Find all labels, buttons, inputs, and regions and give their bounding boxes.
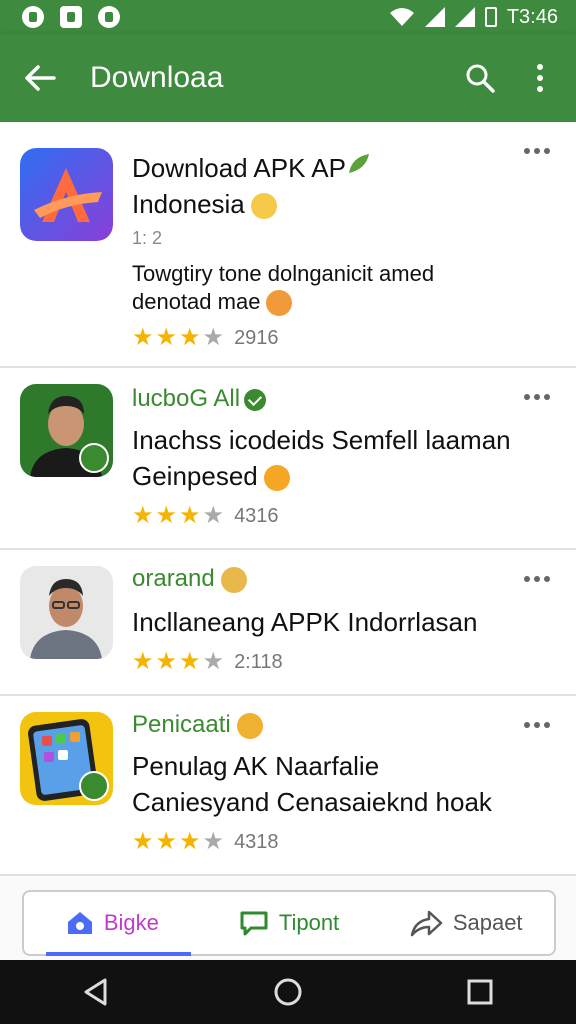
tab-label: Tipont	[278, 910, 340, 935]
rating-row: ★ ★ ★ ★ 4318	[132, 830, 516, 854]
nav-back-icon[interactable]	[81, 977, 111, 1007]
status-bar: T3:46	[0, 0, 576, 34]
verified-badge	[79, 443, 109, 473]
app-icon	[20, 566, 113, 659]
wifi-icon	[389, 8, 414, 26]
app-name: Download APK AP	[132, 150, 516, 186]
star-icon: ★	[132, 502, 154, 529]
app-card[interactable]: lucboG All Inachss icodeids Semfell laam…	[0, 368, 576, 550]
more-options-button[interactable]	[518, 56, 562, 100]
rating-count: 2916	[234, 326, 279, 349]
app-name-line2: Indonesia	[132, 186, 516, 222]
app-info: Download APK AP Indonesia 1: 2 Towgtiry …	[132, 150, 516, 350]
arrow-left-icon	[25, 65, 56, 91]
search-icon	[466, 64, 495, 93]
app-name: lucboG All	[132, 382, 516, 416]
search-button[interactable]	[458, 56, 502, 100]
rating-count: 4318	[234, 830, 279, 853]
app-title: Penulag AK Naarfalie Caniesyand Cenasaie…	[132, 751, 492, 817]
app-icon	[20, 712, 113, 805]
signal-icon	[424, 7, 445, 27]
share-icon	[410, 910, 443, 937]
star-icon: ★	[132, 648, 154, 675]
tab-share[interactable]: Sapaet	[377, 892, 554, 954]
app-name: orarand	[132, 562, 516, 596]
app-description: Towgtiry tone dolnganicit amed denotad m…	[132, 260, 516, 317]
tab-chat[interactable]: Tipont	[201, 892, 378, 954]
star-icon: ★	[179, 648, 201, 675]
star-icon: ★	[155, 324, 178, 352]
back-button[interactable]	[20, 58, 60, 98]
star-empty-icon: ★	[202, 648, 225, 675]
rating-row: ★ ★ ★ ★ 2916	[132, 326, 516, 350]
sync-notification-icon	[98, 6, 120, 28]
rating-row: ★ ★ ★ ★ 4316	[132, 504, 516, 528]
star-icon: ★	[155, 648, 178, 675]
system-nav-bar	[0, 960, 576, 1024]
check-verified-icon	[244, 388, 267, 411]
more-vertical-icon	[537, 64, 543, 92]
app-name: Penicaati	[132, 708, 516, 742]
tab-label: Bigke	[103, 910, 159, 935]
star-icon: ★	[179, 828, 201, 855]
signal-icon-2	[454, 7, 475, 27]
smile-emoji-icon	[250, 193, 277, 220]
nav-recents-icon[interactable]	[465, 977, 495, 1007]
status-icons-right: T3:46	[389, 6, 558, 29]
app-title: Incllaneang APPK Indorrlasan	[132, 607, 478, 637]
rating-count: 2:118	[234, 650, 283, 673]
app-bar: Downloaa	[0, 34, 576, 122]
rating-count: 4316	[234, 504, 279, 527]
overflow-menu-button[interactable]	[524, 722, 550, 728]
app-info: orarand Incllaneang APPK Indorrlasan ★ ★…	[132, 562, 516, 674]
status-time: T3:46	[506, 5, 558, 28]
logo-a-icon	[20, 148, 113, 241]
app-icon	[20, 384, 113, 477]
rating-row: ★ ★ ★ ★ 2:118	[132, 650, 516, 674]
app-badge	[79, 771, 109, 801]
app-meta: 1: 2	[132, 228, 163, 248]
star-icon: ★	[132, 828, 154, 855]
battery-icon	[484, 7, 497, 27]
home-icon	[67, 912, 92, 934]
star-icon: ★	[155, 828, 178, 855]
leaf-emoji-icon	[348, 154, 369, 173]
app-card[interactable]: Penicaati Penulag AK Naarfalie Caniesyan…	[0, 696, 576, 876]
star-empty-icon: ★	[202, 502, 225, 529]
app-title: Inachss icodeids Semfell laaman Geinpese…	[132, 425, 511, 492]
page-title: Downloaa	[90, 61, 224, 94]
notification-icon	[22, 6, 44, 28]
tab-home[interactable]: Bigke	[24, 892, 201, 956]
hands-emoji-icon	[263, 465, 290, 492]
emoji-icon	[236, 712, 263, 739]
app-info: lucboG All Inachss icodeids Semfell laam…	[132, 382, 516, 528]
star-empty-icon: ★	[202, 324, 225, 352]
status-icons-left	[22, 6, 120, 28]
photo-notification-icon	[60, 6, 82, 28]
app-icon	[20, 148, 113, 241]
chat-icon	[240, 911, 268, 936]
star-empty-icon: ★	[202, 828, 225, 855]
nav-home-icon[interactable]	[273, 977, 303, 1007]
face-emoji-icon	[266, 290, 293, 317]
star-icon: ★	[155, 502, 178, 529]
overflow-menu-button[interactable]	[524, 394, 550, 400]
tab-label: Sapaet	[452, 910, 523, 935]
star-icon: ★	[179, 324, 201, 352]
person-avatar-icon	[20, 566, 113, 659]
overflow-menu-button[interactable]	[524, 576, 550, 582]
star-icon: ★	[179, 502, 201, 529]
star-icon: ★	[132, 324, 154, 352]
app-info: Penicaati Penulag AK Naarfalie Caniesyan…	[132, 708, 516, 854]
app-card[interactable]: Download APK AP Indonesia 1: 2 Towgtiry …	[0, 122, 576, 368]
app-card[interactable]: orarand Incllaneang APPK Indorrlasan ★ ★…	[0, 550, 576, 696]
app-list: Download APK AP Indonesia 1: 2 Towgtiry …	[0, 122, 576, 876]
overflow-menu-button[interactable]	[524, 148, 550, 154]
bottom-tab-bar: Bigke Tipont Sapaet	[22, 890, 556, 956]
emoji-icon	[220, 566, 247, 593]
